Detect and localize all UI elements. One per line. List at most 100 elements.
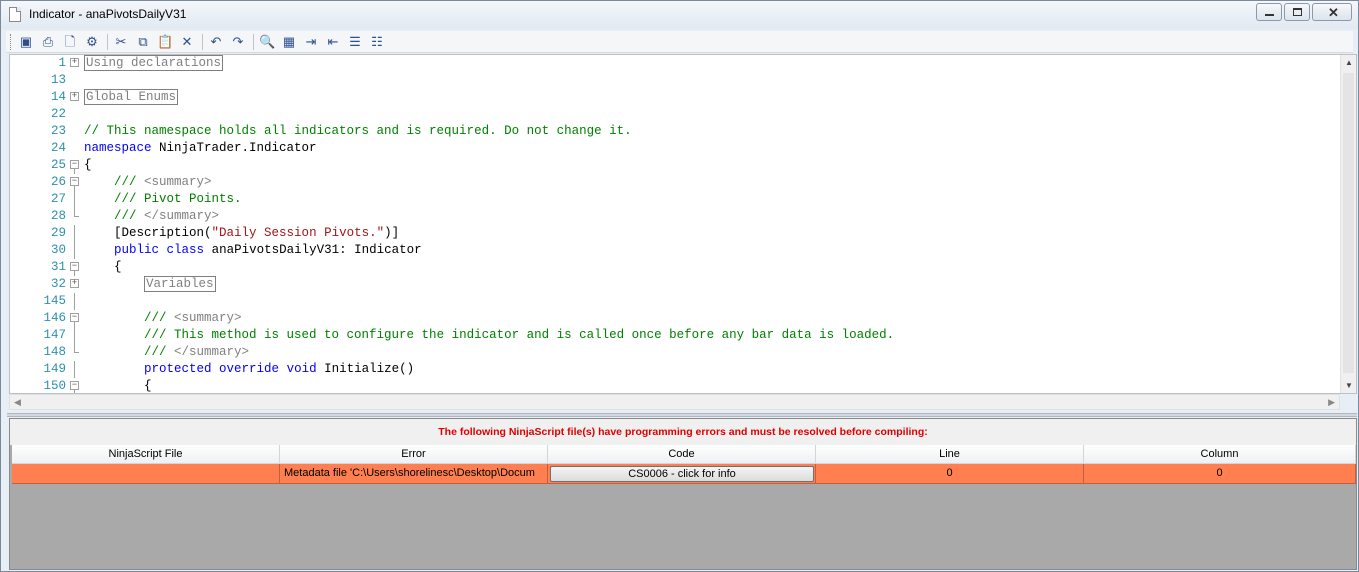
code-text: namespace NinjaTrader.Indicator [84, 140, 317, 157]
code-line[interactable]: 23 // This namespace holds all indicators… [10, 123, 1340, 140]
code-text: /// </summary> [84, 208, 219, 225]
fold-guide [74, 242, 75, 259]
expand-icon[interactable]: + [70, 92, 79, 101]
close-icon: ✕ [1328, 5, 1339, 20]
column-header-column[interactable]: Column [1084, 445, 1356, 464]
collapse-icon[interactable]: − [70, 381, 79, 390]
copy-icon[interactable]: ⧉ [135, 34, 151, 50]
code-text: public class anaPivotsDailyV31: Indicato… [84, 242, 422, 259]
code-line[interactable]: 14 + Global Enums [10, 89, 1340, 106]
error-grid-header: NinjaScript File Error Code Line Column [12, 445, 1356, 464]
vertical-scrollbar[interactable]: ▲ ▼ [1340, 55, 1356, 393]
code-text: { [84, 378, 152, 393]
expand-icon[interactable]: + [70, 58, 79, 67]
code-token: void [286, 362, 317, 376]
code-line[interactable]: 28 /// </summary> [10, 208, 1340, 225]
redo-icon[interactable]: ↷ [230, 34, 246, 50]
code-line[interactable]: 147 /// This method is used to configure… [10, 327, 1340, 344]
collapse-icon[interactable]: − [70, 262, 79, 271]
scroll-down-icon[interactable]: ▼ [1345, 381, 1353, 390]
code-editor[interactable]: 1 + Using declarations 13 14 + Global Enums 22 2… [9, 54, 1357, 394]
code-text: /// <summary> [84, 310, 242, 327]
comment-icon[interactable]: ☰ [347, 34, 363, 50]
maximize-button[interactable] [1284, 3, 1310, 21]
error-panel: The following NinjaScript file(s) have p… [9, 418, 1357, 570]
fold-guide [74, 225, 75, 242]
code-line[interactable]: 148 /// </summary> [10, 344, 1340, 361]
column-header-error[interactable]: Error [280, 445, 548, 464]
error-row[interactable]: Metadata file 'C:\Users\shorelinesc\Desk… [12, 464, 1356, 484]
column-header-line[interactable]: Line [816, 445, 1084, 464]
error-code-button[interactable]: CS0006 - click for info [550, 466, 814, 482]
code-token: { [114, 260, 122, 274]
collapsed-region[interactable]: Global Enums [84, 89, 179, 105]
code-line[interactable]: 150− { [10, 378, 1340, 393]
code-line[interactable]: 27 /// Pivot Points. [10, 191, 1340, 208]
scrollbar-thumb[interactable] [1343, 73, 1354, 373]
error-line-cell[interactable]: 0 [816, 464, 1084, 484]
fold-end-marker [74, 352, 79, 353]
code-token: /// [144, 345, 175, 359]
save-icon[interactable]: ▣ [18, 34, 34, 50]
collapse-icon[interactable]: − [70, 177, 79, 186]
find-icon[interactable]: 🔍 [259, 34, 275, 50]
code-line[interactable]: 149 protected override void Initialize() [10, 361, 1340, 378]
code-line[interactable]: 24 namespace NinjaTrader.Indicator [10, 140, 1340, 157]
code-line[interactable]: 30 public class anaPivotsDailyV31: Indic… [10, 242, 1340, 259]
toolbar-separator [253, 33, 254, 50]
code-line[interactable]: 145 [10, 293, 1340, 310]
indent-icon[interactable]: ⇥ [303, 34, 319, 50]
code-line[interactable]: 13 [10, 72, 1340, 89]
error-file-cell[interactable] [12, 464, 280, 484]
column-header-code[interactable]: Code [548, 445, 816, 464]
code-text: /// </summary> [84, 344, 249, 361]
code-token: </summary> [174, 345, 250, 359]
cut-icon[interactable]: ✂ [113, 34, 129, 50]
document-icon [9, 7, 21, 22]
code-line[interactable]: 26− /// <summary> [10, 174, 1340, 191]
code-line[interactable]: 31− { [10, 259, 1340, 276]
scroll-right-icon[interactable]: ▶ [1328, 397, 1335, 408]
compile-icon[interactable]: ⚙ [84, 34, 100, 50]
paste-icon[interactable]: 📋 [157, 34, 173, 50]
minimize-button[interactable] [1256, 3, 1282, 21]
code-text: /// Pivot Points. [84, 191, 242, 208]
panel-splitter[interactable] [7, 413, 1357, 417]
delete-icon[interactable]: ✕ [179, 34, 195, 50]
code-text: Variables [84, 276, 216, 293]
error-column-cell[interactable]: 0 [1084, 464, 1356, 484]
code-text: protected override void Initialize() [84, 361, 414, 378]
collapse-icon[interactable]: − [70, 313, 79, 322]
code-token: </summary> [144, 209, 220, 223]
error-text-cell[interactable]: Metadata file 'C:\Users\shorelinesc\Desk… [280, 464, 548, 484]
code-line[interactable]: 32 + Variables [10, 276, 1340, 293]
toolbar-grip[interactable] [10, 33, 13, 50]
column-header-file[interactable]: NinjaScript File [12, 445, 280, 464]
replace-icon[interactable]: ▦ [281, 34, 297, 50]
scroll-up-icon[interactable]: ▲ [1345, 58, 1353, 67]
collapse-icon[interactable]: − [70, 160, 79, 169]
code-line[interactable]: 22 [10, 106, 1340, 123]
maximize-icon [1293, 8, 1302, 16]
window-title: Indicator - anaPivotsDailyV31 [29, 7, 187, 21]
title-bar[interactable]: Indicator - anaPivotsDailyV31 ✕ [1, 1, 1358, 29]
undo-icon[interactable]: ↶ [208, 34, 224, 50]
code-line[interactable]: 29 [Description("Daily Session Pivots.")… [10, 225, 1340, 242]
print-preview-icon[interactable]: 🗋 [62, 34, 78, 50]
outdent-icon[interactable]: ⇤ [325, 34, 341, 50]
print-icon[interactable]: ⎙ [40, 34, 56, 50]
uncomment-icon[interactable]: ☷ [369, 34, 385, 50]
code-text: [Description("Daily Session Pivots.")] [84, 225, 399, 242]
line-number: 28 [50, 209, 66, 223]
collapsed-region[interactable]: Using declarations [84, 55, 224, 71]
code-line[interactable]: 25−{ [10, 157, 1340, 174]
close-button[interactable]: ✕ [1312, 3, 1352, 21]
collapsed-region[interactable]: Variables [144, 276, 216, 292]
code-token: // This namespace holds all indicators a… [84, 124, 632, 138]
horizontal-scrollbar[interactable]: ◀ ▶ [9, 394, 1340, 410]
code-line[interactable]: 1 + Using declarations [10, 55, 1340, 72]
code-line[interactable]: 146− /// <summary> [10, 310, 1340, 327]
expand-icon[interactable]: + [70, 279, 79, 288]
scroll-left-icon[interactable]: ◀ [14, 397, 21, 408]
